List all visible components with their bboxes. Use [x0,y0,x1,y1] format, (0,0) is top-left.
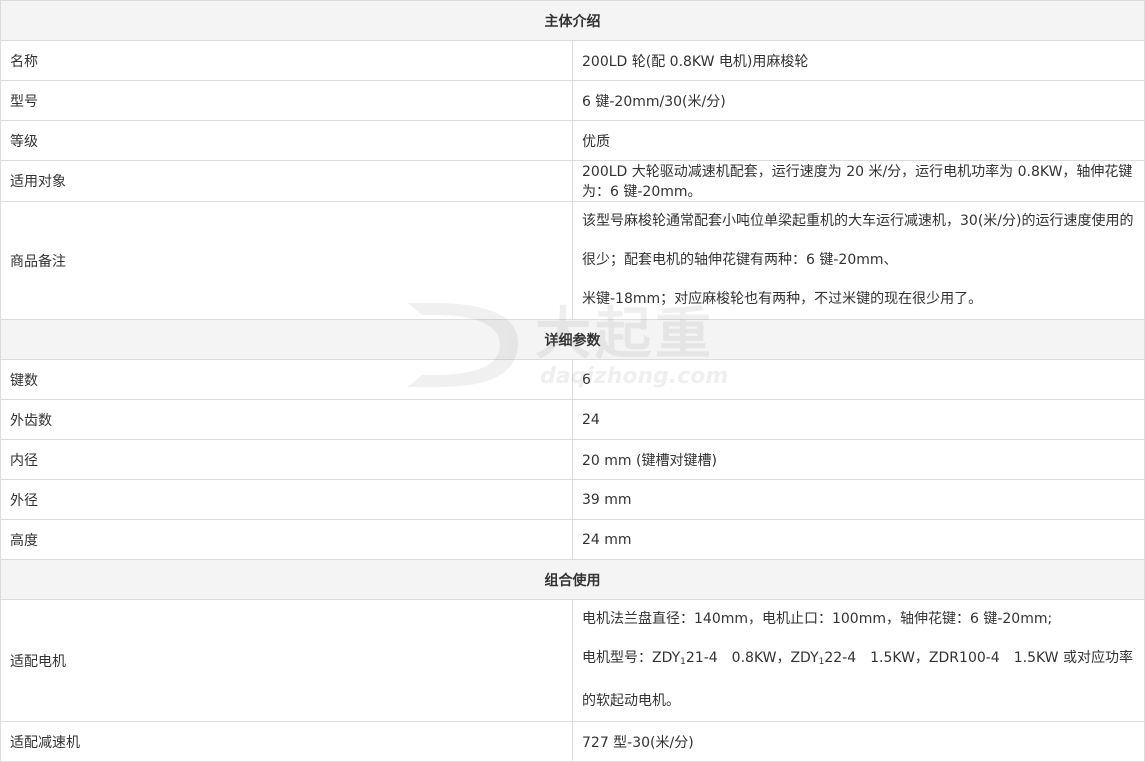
section-title-intro: 主体介绍 [0,0,1145,41]
table-row: 等级 优质 [0,120,1145,161]
section-header-intro: 主体介绍 [0,0,1145,41]
section-header-combo: 组合使用 [0,559,1145,600]
row-label: 适配电机 [0,599,573,722]
product-spec-table: 主体介绍 名称 200LD 轮(配 0.8KW 电机)用麻梭轮 型号 6 键-2… [0,0,1145,762]
table-row: 适配减速机 727 型-30(米/分) [0,721,1145,762]
row-value: 39 mm [572,479,1145,520]
table-row: 外齿数 24 [0,399,1145,440]
table-row: 外径 39 mm [0,479,1145,520]
row-label: 适用对象 [0,160,573,202]
row-label: 名称 [0,40,573,81]
row-label: 等级 [0,120,573,161]
row-value: 电机法兰盘直径：140mm，电机止口：100mm，轴伸花键：6 键-20mm; … [572,599,1145,722]
row-value: 200LD 大轮驱动减速机配套，运行速度为 20 米/分，运行电机功率为 0.8… [572,160,1145,202]
row-value: 6 [572,359,1145,400]
remark-line-1: 该型号麻梭轮通常配套小吨位单梁起重机的大车运行减速机，30(米/分)的运行速度使… [582,213,1134,268]
table-row: 内径 20 mm (键槽对键槽) [0,439,1145,480]
row-value: 24 [572,399,1145,440]
motor-line-2-b: 21-4 0.8KW，ZDY [685,650,819,666]
remark-line-2: 米键-18mm；对应麻梭轮也有两种，不过米键的现在很少用了。 [582,291,983,307]
section-title-details: 详细参数 [0,319,1145,360]
row-value: 727 型-30(米/分) [572,721,1145,762]
table-row: 键数 6 [0,359,1145,400]
row-label: 外齿数 [0,399,573,440]
row-label: 键数 [0,359,573,400]
row-value: 200LD 轮(配 0.8KW 电机)用麻梭轮 [572,40,1145,81]
row-value: 24 mm [572,519,1145,560]
row-label: 内径 [0,439,573,480]
section-header-details: 详细参数 [0,319,1145,360]
table-row: 型号 6 键-20mm/30(米/分) [0,80,1145,121]
motor-line-2-a: 电机型号：ZDY [582,650,681,666]
table-row: 商品备注 该型号麻梭轮通常配套小吨位单梁起重机的大车运行减速机，30(米/分)的… [0,201,1145,320]
section-title-combo: 组合使用 [0,559,1145,600]
row-label: 外径 [0,479,573,520]
row-value: 6 键-20mm/30(米/分) [572,80,1145,121]
row-value: 20 mm (键槽对键槽) [572,439,1145,480]
table-row: 高度 24 mm [0,519,1145,560]
table-row: 适用对象 200LD 大轮驱动减速机配套，运行速度为 20 米/分，运行电机功率… [0,160,1145,202]
row-label: 商品备注 [0,201,573,320]
table-row: 名称 200LD 轮(配 0.8KW 电机)用麻梭轮 [0,40,1145,81]
row-label: 型号 [0,80,573,121]
motor-line-2: 电机型号：ZDY121-4 0.8KW，ZDY122-4 1.5KW，ZDR10… [582,639,1135,721]
row-label: 高度 [0,519,573,560]
table-row: 适配电机 电机法兰盘直径：140mm，电机止口：100mm，轴伸花键：6 键-2… [0,599,1145,722]
row-label: 适配减速机 [0,721,573,762]
row-value: 优质 [572,120,1145,161]
motor-line-1: 电机法兰盘直径：140mm，电机止口：100mm，轴伸花键：6 键-20mm; [582,611,1053,627]
row-value: 该型号麻梭轮通常配套小吨位单梁起重机的大车运行减速机，30(米/分)的运行速度使… [572,201,1145,320]
